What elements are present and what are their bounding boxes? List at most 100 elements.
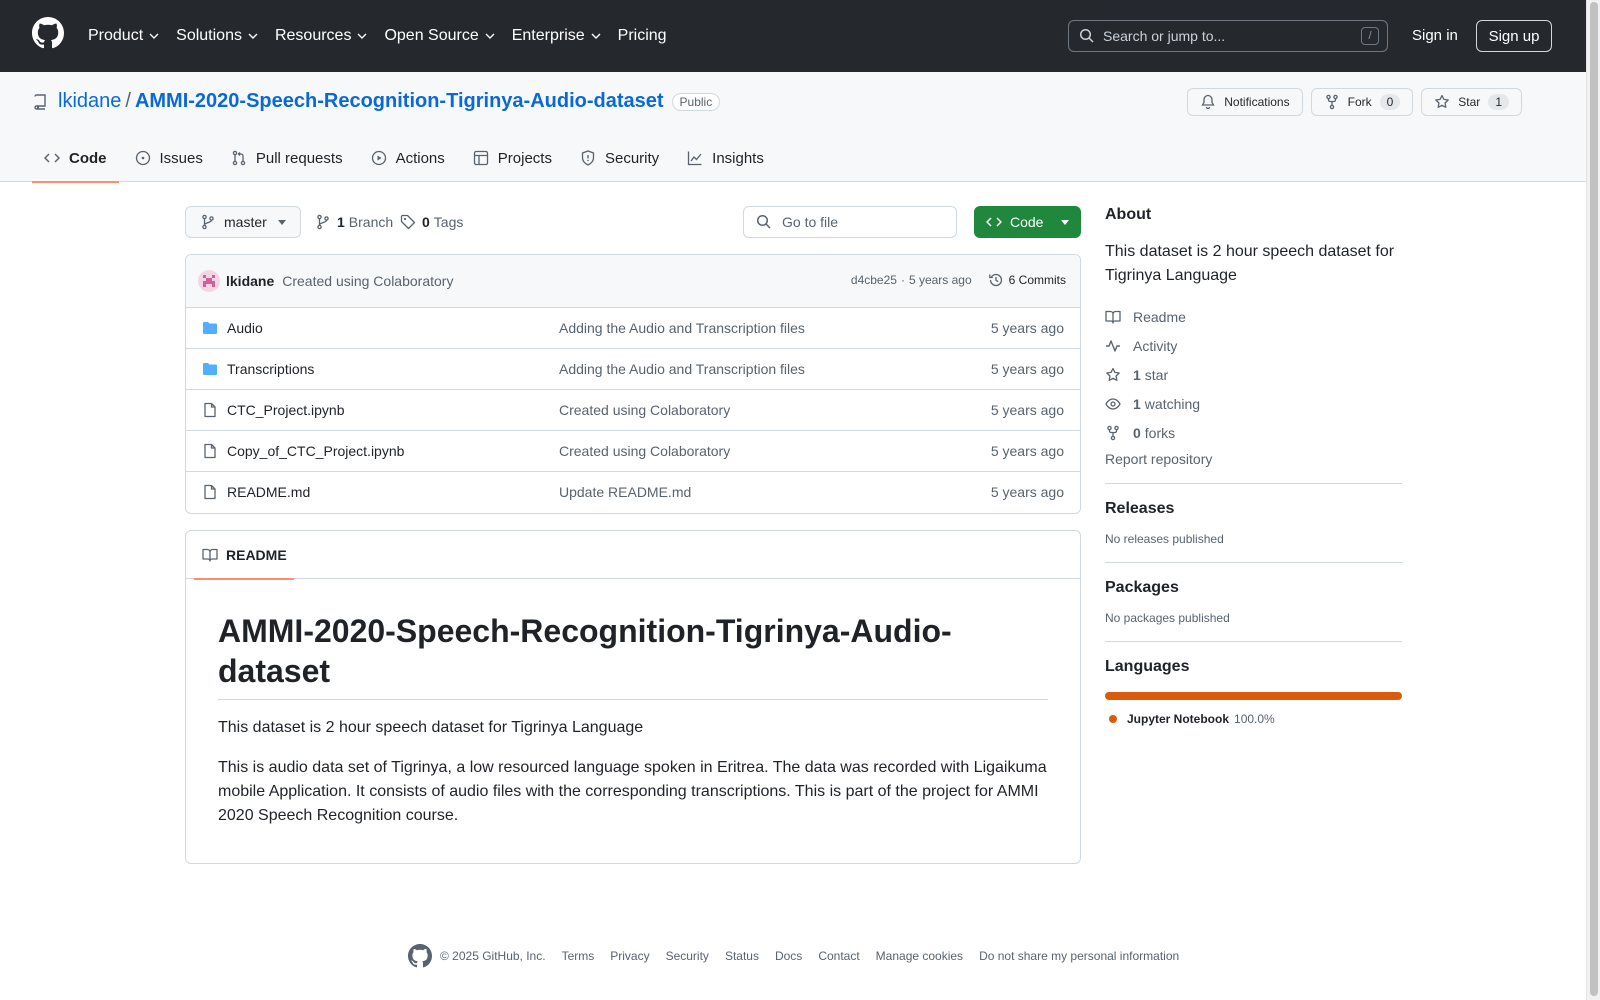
repo-header: lkidane / AMMI-2020-Speech-Recognition-T… [0, 72, 1586, 183]
file-name-link[interactable]: CTC_Project.ipynb [227, 402, 345, 418]
tab-readme[interactable]: README [194, 531, 294, 580]
avatar[interactable] [198, 270, 220, 292]
file-name-link[interactable]: Transcriptions [227, 361, 314, 377]
branch-count: 1 [337, 214, 345, 230]
footer-link-privacy[interactable]: Privacy [610, 949, 649, 963]
stars-link[interactable]: 1 star [1105, 360, 1402, 389]
search-input[interactable]: Search or jump to... / [1068, 20, 1388, 52]
activity-link[interactable]: Activity [1105, 331, 1402, 360]
footer-link-status[interactable]: Status [725, 949, 759, 963]
tab-insights[interactable]: Insights [675, 134, 776, 182]
nav-enterprise[interactable]: Enterprise [512, 27, 602, 45]
search-placeholder: Search or jump to... [1103, 28, 1226, 44]
languages-section: Languages Jupyter Notebook 100.0% [1105, 641, 1402, 726]
tag-count: 0 [422, 214, 430, 230]
fork-icon [1325, 94, 1338, 110]
nav-solutions[interactable]: Solutions [176, 27, 259, 45]
releases-empty-text: No releases published [1105, 532, 1224, 546]
report-repository-link[interactable]: Report repository [1105, 451, 1402, 467]
readme-paragraph: This dataset is 2 hour speech dataset fo… [218, 719, 644, 736]
nav-open-source[interactable]: Open Source [384, 27, 495, 45]
folder-icon [203, 363, 217, 375]
fork-button[interactable]: Fork 0 [1310, 88, 1414, 116]
repo-title: lkidane / AMMI-2020-Speech-Recognition-T… [32, 90, 721, 113]
footer-link-do-not-share[interactable]: Do not share my personal information [979, 949, 1179, 963]
commits-history-link[interactable]: 6 Commits [988, 272, 1066, 288]
forks-link[interactable]: 0 forks [1105, 418, 1402, 447]
code-dropdown-button[interactable]: Code [974, 206, 1081, 238]
branch-icon [202, 214, 214, 230]
folder-icon [203, 322, 217, 334]
bell-icon [1201, 94, 1215, 110]
file-list: lkidane Created using Colaboratory d4cbe… [185, 254, 1081, 514]
table-row[interactable]: README.md Update README.md 5 years ago [186, 472, 1080, 513]
chevron-down-icon [485, 33, 495, 39]
file-name-link[interactable]: Copy_of_CTC_Project.ipynb [227, 443, 404, 459]
file-name-link[interactable]: README.md [227, 484, 310, 500]
footer-link-contact[interactable]: Contact [818, 949, 859, 963]
tab-projects[interactable]: Projects [461, 134, 564, 182]
repo-name-link[interactable]: AMMI-2020-Speech-Recognition-Tigrinya-Au… [135, 90, 664, 113]
footer-link-docs[interactable]: Docs [775, 949, 802, 963]
table-row[interactable]: CTC_Project.ipynb Created using Colabora… [186, 390, 1080, 431]
tags-link[interactable]: 0 Tags [400, 214, 463, 230]
file-time: 5 years ago [990, 320, 1064, 336]
commit-message-link[interactable]: Created using Colaboratory [282, 273, 453, 289]
main-content: master 1 Branch 0 Tags Go to file Code l… [185, 206, 1081, 864]
repo-owner-link[interactable]: lkidane [58, 90, 121, 113]
watchers-link[interactable]: 1 watching [1105, 389, 1402, 418]
commit-sha-link[interactable]: d4cbe25 [851, 273, 897, 287]
star-button[interactable]: Star 1 [1421, 88, 1522, 116]
readme-panel: README AMMI-2020-Speech-Recognition-Tigr… [185, 530, 1081, 864]
tab-security[interactable]: Security [568, 134, 671, 182]
github-mark-icon[interactable] [408, 944, 432, 968]
page-scrollbar[interactable] [1586, 0, 1600, 1000]
file-commit-message[interactable]: Created using Colaboratory [559, 443, 730, 459]
branches-link[interactable]: 1 Branch [315, 214, 393, 230]
footer-link-terms[interactable]: Terms [562, 949, 595, 963]
sign-in-link[interactable]: Sign in [1412, 27, 1458, 44]
nav-pricing[interactable]: Pricing [618, 27, 667, 45]
meta-separator: · [900, 273, 905, 287]
footer-link-manage-cookies[interactable]: Manage cookies [876, 949, 963, 963]
about-heading: About [1105, 206, 1152, 223]
file-icon [204, 443, 216, 459]
file-toolbar: master 1 Branch 0 Tags Go to file Code [185, 206, 1081, 238]
tab-issues[interactable]: Issues [123, 134, 215, 182]
language-percent: 100.0% [1234, 712, 1275, 726]
tab-pull-requests[interactable]: Pull requests [219, 134, 355, 182]
github-logo-icon[interactable] [32, 17, 64, 49]
packages-heading[interactable]: Packages [1105, 579, 1402, 597]
releases-heading[interactable]: Releases [1105, 500, 1402, 518]
visibility-badge: Public [671, 92, 721, 111]
table-row[interactable]: Copy_of_CTC_Project.ipynb Created using … [186, 431, 1080, 472]
commit-author-link[interactable]: lkidane [226, 273, 274, 289]
chevron-down-icon [149, 33, 159, 39]
language-item[interactable]: Jupyter Notebook 100.0% [1105, 712, 1402, 726]
file-name-link[interactable]: Audio [227, 320, 263, 336]
history-icon [988, 273, 1002, 287]
global-header: Product Solutions Resources Open Source … [0, 0, 1586, 72]
readme-title: AMMI-2020-Speech-Recognition-Tigrinya-Au… [218, 611, 1048, 700]
readme-link[interactable]: Readme [1105, 302, 1402, 331]
file-time: 5 years ago [990, 484, 1064, 500]
tab-actions[interactable]: Actions [359, 134, 457, 182]
file-commit-message[interactable]: Update README.md [559, 484, 691, 500]
star-count: 1 [1488, 94, 1509, 110]
file-commit-message[interactable]: Adding the Audio and Transcription files [559, 361, 805, 377]
table-row[interactable]: Transcriptions Adding the Audio and Tran… [186, 349, 1080, 390]
nav-product[interactable]: Product [88, 27, 160, 45]
nav-resources[interactable]: Resources [275, 27, 368, 45]
footer-link-security[interactable]: Security [666, 949, 709, 963]
sign-up-button[interactable]: Sign up [1476, 20, 1552, 52]
table-row[interactable]: Audio Adding the Audio and Transcription… [186, 308, 1080, 349]
file-commit-message[interactable]: Created using Colaboratory [559, 402, 730, 418]
tab-code[interactable]: Code [32, 134, 119, 183]
scrollbar-thumb[interactable] [1590, 2, 1598, 996]
book-icon [1105, 310, 1121, 324]
branch-select-button[interactable]: master [185, 206, 301, 238]
file-commit-message[interactable]: Adding the Audio and Transcription files [559, 320, 805, 336]
go-to-file-input[interactable]: Go to file [743, 206, 957, 238]
play-icon [371, 150, 386, 166]
notifications-button[interactable]: Notifications [1187, 88, 1303, 116]
